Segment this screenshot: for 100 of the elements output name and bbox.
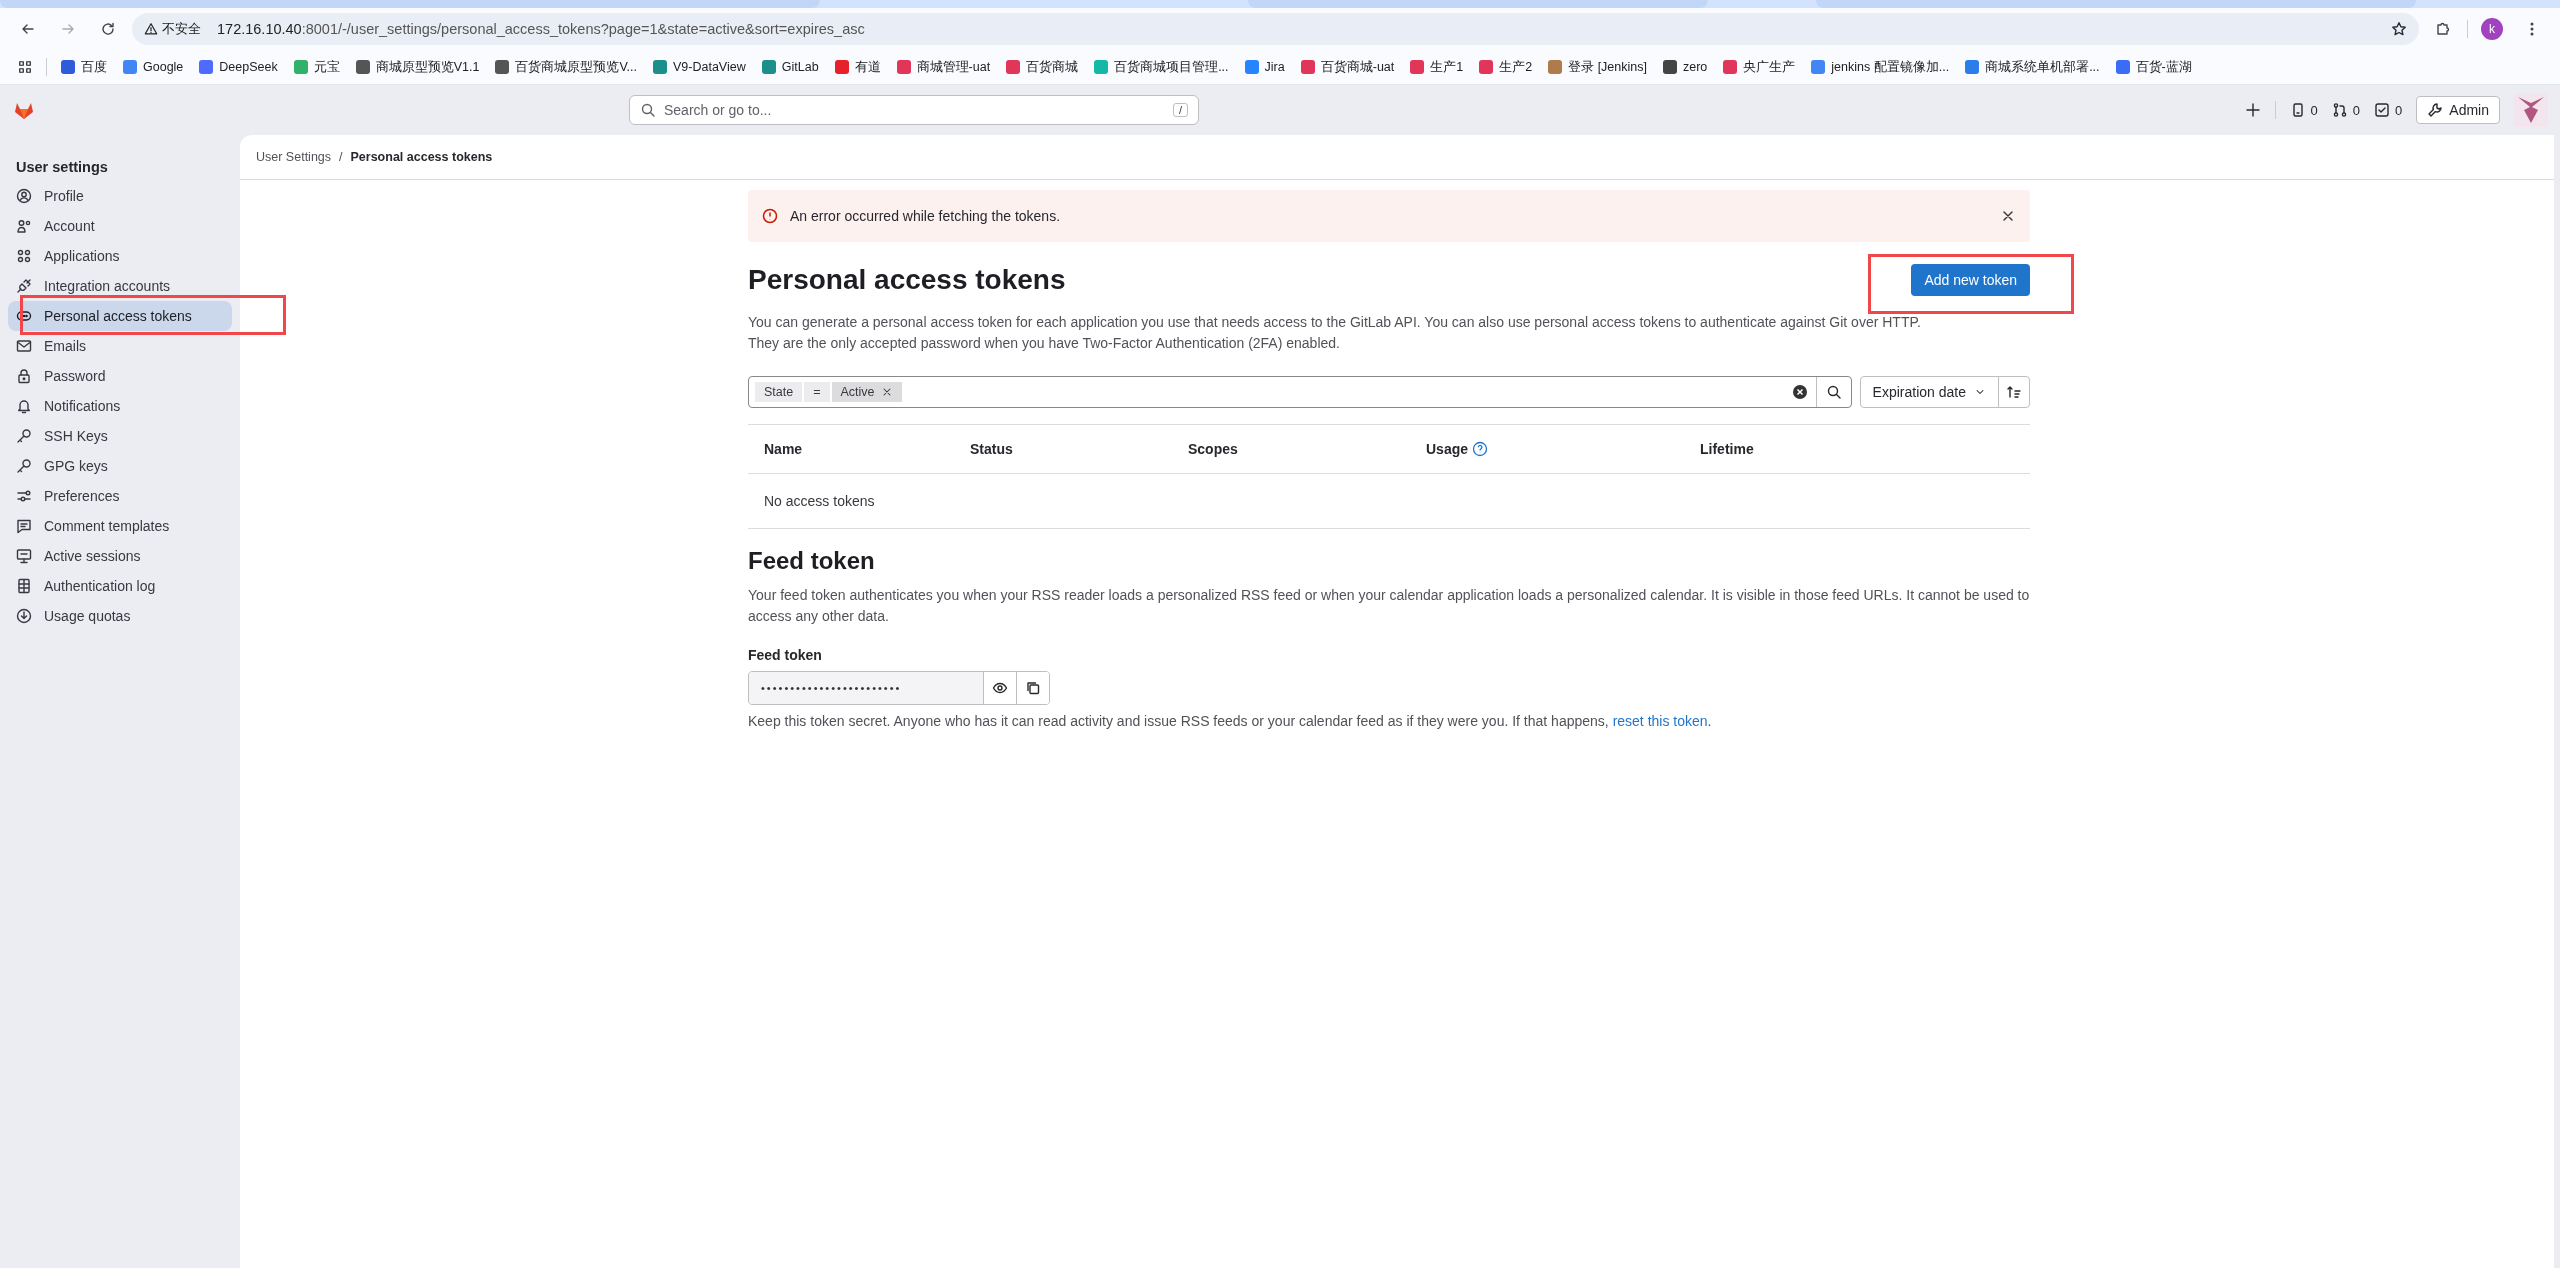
- sort-ascending-icon: [2006, 384, 2022, 400]
- bookmark[interactable]: 百货商城原型预览V...: [487, 54, 645, 80]
- avatar-icon[interactable]: [2514, 93, 2548, 127]
- sidebar-item[interactable]: Integration accounts: [8, 271, 232, 301]
- sidebar-item[interactable]: Active sessions: [8, 541, 232, 571]
- bookmark[interactable]: 有道: [826, 54, 889, 80]
- search-field[interactable]: Search or go to... /: [629, 95, 1199, 125]
- comment-icon: [16, 518, 32, 534]
- plug-icon: [16, 278, 32, 294]
- sidebar-item[interactable]: Applications: [8, 241, 232, 271]
- monitor-icon: [16, 548, 32, 564]
- checkbox-icon: [2374, 102, 2391, 118]
- add-token-button[interactable]: Add new token: [1911, 264, 2030, 296]
- merge-requests-button[interactable]: 0: [2331, 102, 2361, 118]
- bookmark[interactable]: 百货商城项目管理...: [1086, 54, 1237, 80]
- sidebar-item[interactable]: Notifications: [8, 391, 232, 421]
- sidebar-item[interactable]: Password: [8, 361, 232, 391]
- sidebar-item[interactable]: GPG keys: [8, 451, 232, 481]
- wrench-icon: [2427, 102, 2444, 118]
- reset-token-link[interactable]: reset this token: [1612, 713, 1708, 729]
- bookmark[interactable]: Jira: [1236, 56, 1293, 78]
- plus-button[interactable]: [2244, 102, 2261, 118]
- bookmark[interactable]: zero: [1655, 56, 1716, 78]
- bookmark[interactable]: DeepSeek: [191, 56, 286, 78]
- page-description: They are the only accepted password when you have Two-Factor Authentication (2FA) enabled.: [748, 334, 1341, 353]
- sliders-icon: [16, 488, 32, 504]
- filter-field[interactable]: State = Active: [748, 376, 1852, 408]
- apps-grid-icon: [18, 60, 32, 74]
- page-title: Personal access tokens: [748, 264, 1066, 296]
- user-icon: [16, 188, 32, 204]
- lock-icon: [16, 368, 32, 384]
- reload-icon: [100, 21, 116, 37]
- grid-icon: [16, 248, 32, 264]
- admin-button[interactable]: Admin: [2416, 96, 2500, 124]
- alert-message: An error occurred while fetching the tokens.: [790, 208, 1061, 224]
- column-header: Name: [764, 441, 803, 457]
- url-text: 172.16.10.40:8001/-/user_settings/personal_access_tokens?page=1&state=active&sort=expires_asc: [217, 21, 865, 37]
- bookmark[interactable]: Google: [115, 56, 192, 78]
- filter-token-operator: =: [804, 382, 830, 402]
- sidebar-item[interactable]: Authentication log: [8, 571, 232, 601]
- bookmark[interactable]: jenkins 配置镜像加...: [1803, 54, 1958, 80]
- bookmark[interactable]: 生产2: [1471, 54, 1541, 80]
- section-description: Your feed token authenticates you when your RSS reader loads a personalized RSS feed or when your calendar application loads a personalized calendar. It is visible in those feed URLs. It cannot be used to access any other data.: [748, 586, 2030, 626]
- column-header: Lifetime: [1700, 441, 1754, 457]
- bookmark[interactable]: 百度: [53, 54, 115, 80]
- clear-button[interactable]: [1791, 384, 1808, 400]
- todos-button[interactable]: 0: [2374, 102, 2403, 118]
- bookmark[interactable]: 商城系统单机部署...: [1957, 54, 2108, 80]
- clear-icon: [1791, 384, 1808, 400]
- address-bar[interactable]: 不安全 172.16.10.40:8001/-/user_settings/personal_access_tokens?page=1&state=active&sort=expires_asc: [132, 13, 2419, 45]
- bookmark[interactable]: 商城原型预览V1.1: [347, 54, 488, 80]
- empty-table-message: No access tokens: [748, 474, 2030, 529]
- bookmark[interactable]: V9-DataView: [645, 56, 754, 78]
- shortcut-key: /: [1172, 103, 1188, 117]
- bookmark[interactable]: 生产1: [1402, 54, 1472, 80]
- bookmark[interactable]: 百货-蓝湖: [2107, 54, 2200, 80]
- search-icon: [640, 102, 656, 118]
- breadcrumb-link[interactable]: Personal access tokens: [350, 150, 493, 164]
- breadcrumb-separator: /: [339, 150, 343, 164]
- sidebar-item[interactable]: Usage quotas: [8, 601, 232, 631]
- field-label: Feed token: [748, 647, 823, 663]
- sidebar-item[interactable]: Emails: [8, 331, 232, 361]
- issues-button[interactable]: 0: [2289, 102, 2318, 118]
- sidebar-item[interactable]: Comment templates: [8, 511, 232, 541]
- filter-token-value[interactable]: Active: [831, 382, 902, 402]
- column-header: Scopes: [1188, 441, 1238, 457]
- error-icon: [762, 208, 778, 224]
- sidebar-item[interactable]: Account: [8, 211, 232, 241]
- help-icon[interactable]: [1472, 441, 1489, 457]
- user-gear-icon: [16, 218, 32, 234]
- page-description: You can generate a personal access token for each application you use that needs access to the GitLab API. You can also use personal access tokens to authenticate against Git over HTTP.: [748, 313, 1922, 332]
- bookmark[interactable]: 百货商城: [998, 54, 1087, 80]
- sidebar-item[interactable]: Profile: [8, 181, 232, 211]
- key-icon: [16, 428, 32, 444]
- warning-icon: [144, 22, 158, 36]
- bookmark[interactable]: 商城管理-uat: [888, 54, 999, 80]
- breadcrumb-link[interactable]: User Settings: [256, 150, 332, 164]
- envelope-icon: [16, 338, 32, 354]
- profile-avatar[interactable]: k: [2481, 18, 2503, 40]
- security-label: 不安全: [162, 20, 201, 38]
- bookmark[interactable]: 元宝: [285, 54, 348, 80]
- merge-request-icon: [2331, 102, 2348, 118]
- bookmark[interactable]: 登录 [Jenkins]: [1540, 54, 1655, 80]
- key-icon: [16, 458, 32, 474]
- help-text: Keep this token secret. Anyone who has it can read activity and issue RSS feeds or your calendar feed as if they were you. If that happens, reset this token.: [748, 713, 1713, 729]
- column-header: Usage: [1426, 441, 1469, 457]
- sidebar-item[interactable]: Personal access tokens: [8, 301, 232, 331]
- filter-token-name: State: [755, 382, 803, 402]
- plus-icon: [2244, 102, 2261, 118]
- bookmark[interactable]: 央广生产: [1715, 54, 1804, 80]
- bell-icon: [16, 398, 32, 414]
- search-icon: [1825, 384, 1842, 400]
- bookmark[interactable]: GitLab: [753, 56, 827, 78]
- sidebar-title: User settings: [15, 158, 109, 177]
- token-icon: [16, 308, 32, 324]
- section-title: Feed token: [748, 547, 876, 575]
- bookmark[interactable]: 百货商城-uat: [1292, 54, 1403, 80]
- sidebar-item[interactable]: SSH Keys: [8, 421, 232, 451]
- sidebar-item[interactable]: Preferences: [8, 481, 232, 511]
- column-header: Status: [970, 441, 1013, 457]
